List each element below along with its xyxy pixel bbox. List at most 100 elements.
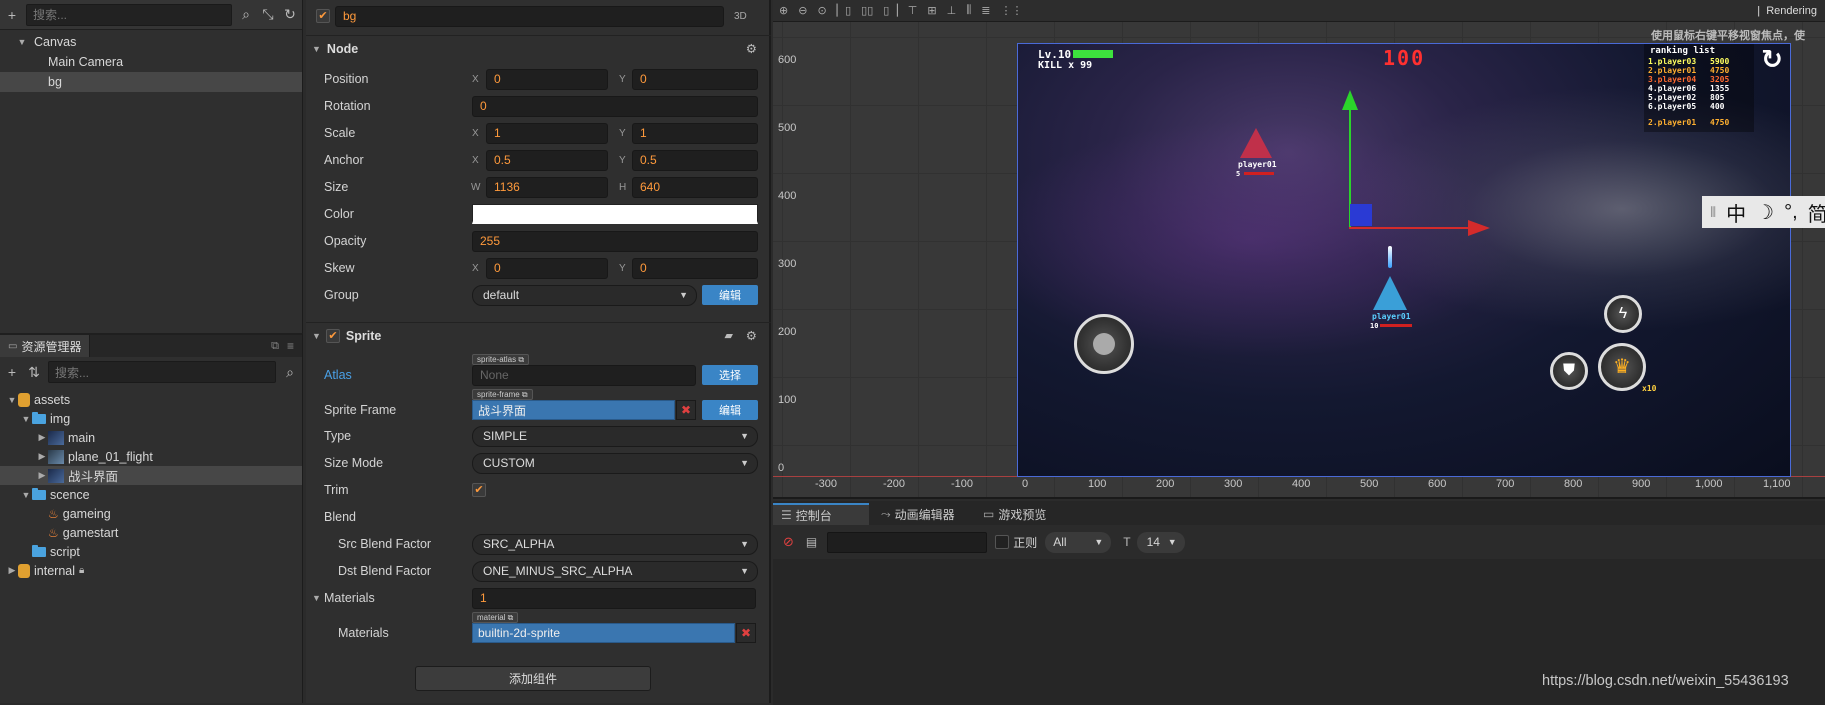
clear-sprite-frame-icon[interactable]: ✖ bbox=[676, 400, 696, 420]
align-bottom-icon[interactable]: ⊥ bbox=[947, 4, 957, 17]
distribute-h-icon[interactable]: ⫼ bbox=[966, 4, 971, 17]
tab-game-preview[interactable]: ▭ 游戏预览 bbox=[975, 503, 1054, 525]
joystick-icon[interactable] bbox=[1074, 314, 1134, 374]
clear-console-icon[interactable]: ⊘ bbox=[783, 534, 794, 550]
expand-arrow-icon[interactable]: ▶ bbox=[36, 451, 48, 462]
asset-scence[interactable]: ▼ scence bbox=[0, 485, 302, 504]
asset-gameing[interactable]: ♨ gameing bbox=[0, 504, 302, 523]
skew-y-input[interactable]: 0 bbox=[632, 257, 758, 279]
search-icon[interactable]: ⌕ bbox=[282, 364, 298, 381]
collapse-arrow-icon[interactable]: ▼ bbox=[312, 593, 321, 603]
atlas-input[interactable]: None bbox=[472, 364, 696, 386]
expand-arrow-icon[interactable]: ▼ bbox=[20, 490, 32, 500]
tab-animation-editor[interactable]: ⤳ 动画编辑器 bbox=[873, 503, 963, 525]
3d-toggle[interactable]: 3D bbox=[734, 11, 747, 22]
assets-search-input[interactable]: 搜索... bbox=[48, 361, 276, 383]
gizmo-x-axis[interactable] bbox=[1349, 227, 1469, 229]
align-right-icon[interactable]: ▯▕ bbox=[883, 4, 898, 17]
bomb-skill-icon[interactable]: ♛ bbox=[1598, 343, 1646, 391]
gizmo-center-handle[interactable] bbox=[1350, 204, 1372, 226]
anchor-y-input[interactable]: 0.5 bbox=[632, 149, 758, 171]
tree-node-main-camera[interactable]: Main Camera bbox=[0, 52, 302, 72]
group-select[interactable]: default ▼ bbox=[472, 284, 697, 306]
ime-punct-toggle[interactable]: °, bbox=[1784, 201, 1798, 224]
dst-blend-select[interactable]: ONE_MINUS_SRC_ALPHA ▼ bbox=[472, 560, 758, 582]
font-size-select[interactable]: 14 ▼ bbox=[1136, 531, 1185, 553]
expand-arrow-icon[interactable]: ▶ bbox=[36, 432, 48, 443]
restart-icon[interactable]: ↻ bbox=[1758, 46, 1786, 74]
position-y-input[interactable]: 0 bbox=[632, 68, 758, 90]
zoom-in-icon[interactable]: ⊕ bbox=[779, 4, 788, 17]
trim-checkbox[interactable]: ✔ bbox=[472, 483, 486, 497]
search-icon[interactable]: ⌕ bbox=[238, 6, 254, 23]
align-top-icon[interactable]: ⊤ bbox=[908, 4, 918, 17]
joystick-knob[interactable] bbox=[1093, 333, 1115, 355]
sprite-section-header[interactable]: ▼ ✔ Sprite ▰ ⚙ bbox=[306, 322, 771, 348]
node-section-header[interactable]: ▼ Node ⚙ bbox=[306, 35, 771, 61]
align-center-h-icon[interactable]: ▯▯ bbox=[861, 4, 873, 17]
position-x-input[interactable]: 0 bbox=[486, 68, 608, 90]
type-select[interactable]: SIMPLE ▼ bbox=[472, 425, 758, 447]
game-canvas[interactable]: Lv.10 KILL x 99 100 ranking list 1.playe… bbox=[1017, 43, 1791, 477]
log-level-select[interactable]: All ▼ bbox=[1045, 531, 1112, 553]
ime-lang-toggle[interactable]: 中 bbox=[1726, 198, 1746, 227]
add-component-button[interactable]: 添加组件 bbox=[415, 666, 651, 691]
expand-arrow-icon[interactable]: ▼ bbox=[16, 37, 28, 47]
tree-node-bg[interactable]: bg bbox=[0, 72, 302, 92]
lightning-skill-icon[interactable]: ϟ bbox=[1604, 295, 1642, 333]
zoom-reset-icon[interactable]: ⊙ bbox=[817, 4, 826, 17]
expand-arrow-icon[interactable]: ▼ bbox=[20, 414, 32, 424]
ime-grip-icon[interactable]: ⦀ bbox=[1710, 204, 1716, 221]
materials-count-input[interactable]: 1 bbox=[472, 587, 756, 609]
collapse-arrow-icon[interactable]: ▼ bbox=[312, 44, 321, 54]
regex-checkbox[interactable]: ✔ bbox=[995, 535, 1010, 549]
panel-menu-icon[interactable]: ≡ bbox=[287, 339, 294, 353]
expand-arrow-icon[interactable]: ▼ bbox=[6, 395, 18, 405]
collapse-arrow-icon[interactable]: ▼ bbox=[312, 331, 321, 341]
clear-material-icon[interactable]: ✖ bbox=[736, 623, 756, 643]
anchor-x-input[interactable]: 0.5 bbox=[486, 149, 608, 171]
expand-arrow-icon[interactable]: ▶ bbox=[6, 565, 18, 576]
shield-skill-icon[interactable]: ⛊ bbox=[1550, 352, 1588, 390]
material-input[interactable]: builtin-2d-sprite bbox=[472, 623, 735, 643]
log-file-icon[interactable]: ▤ bbox=[806, 535, 817, 549]
asset-script[interactable]: script bbox=[0, 542, 302, 561]
size-w-input[interactable]: 1136 bbox=[486, 176, 608, 198]
book-icon[interactable]: ▰ bbox=[725, 329, 733, 342]
tab-console[interactable]: ☰ 控制台 bbox=[773, 503, 869, 525]
ime-moon-icon[interactable]: ☽ bbox=[1756, 200, 1774, 225]
zoom-out-icon[interactable]: ⊖ bbox=[798, 4, 807, 17]
expand-arrow-icon[interactable]: ▶ bbox=[36, 470, 48, 481]
gizmo-x-arrow-icon[interactable] bbox=[1468, 220, 1490, 236]
asset-assets[interactable]: ▼ assets bbox=[0, 390, 302, 409]
add-asset-button[interactable]: + bbox=[4, 364, 20, 380]
opacity-input[interactable]: 255 bbox=[472, 230, 758, 252]
node-active-checkbox[interactable]: ✔ bbox=[316, 9, 330, 23]
node-name-input[interactable]: bg bbox=[335, 5, 724, 27]
hierarchy-search-input[interactable]: 搜索... bbox=[26, 3, 232, 26]
collapse-icon[interactable]: ⤡ bbox=[260, 6, 276, 23]
color-swatch[interactable] bbox=[472, 204, 758, 224]
gear-icon[interactable]: ⚙ bbox=[746, 41, 757, 56]
scale-y-input[interactable]: 1 bbox=[632, 122, 758, 144]
size-h-input[interactable]: 640 bbox=[632, 176, 758, 198]
panel-popout-icon[interactable]: ⧉ bbox=[271, 340, 279, 353]
align-left-icon[interactable]: ▏▯ bbox=[837, 4, 852, 17]
rotation-input[interactable]: 0 bbox=[472, 95, 758, 117]
scale-x-input[interactable]: 1 bbox=[486, 122, 608, 144]
assets-tab[interactable]: ▭ 资源管理器 bbox=[0, 335, 91, 357]
sort-icon[interactable]: ⇅ bbox=[26, 364, 42, 381]
distribute-v-icon[interactable]: ≣ bbox=[981, 4, 990, 17]
add-node-button[interactable]: + bbox=[4, 7, 20, 23]
src-blend-select[interactable]: SRC_ALPHA ▼ bbox=[472, 533, 758, 555]
asset-internal[interactable]: ▶ internal 🔒︎ bbox=[0, 561, 302, 580]
gear-icon[interactable]: ⚙ bbox=[746, 328, 757, 343]
asset-battle-ui[interactable]: ▶ 战斗界面 bbox=[0, 466, 302, 485]
sprite-frame-edit-button[interactable]: 编辑 bbox=[702, 400, 758, 420]
group-edit-button[interactable]: 编辑 bbox=[702, 285, 758, 305]
align-middle-icon[interactable]: ⊞ bbox=[927, 4, 936, 17]
sprite-enabled-checkbox[interactable]: ✔ bbox=[325, 328, 340, 343]
skew-x-input[interactable]: 0 bbox=[486, 257, 608, 279]
size-mode-select[interactable]: CUSTOM ▼ bbox=[472, 452, 758, 474]
asset-plane-flight[interactable]: ▶ plane_01_flight bbox=[0, 447, 302, 466]
